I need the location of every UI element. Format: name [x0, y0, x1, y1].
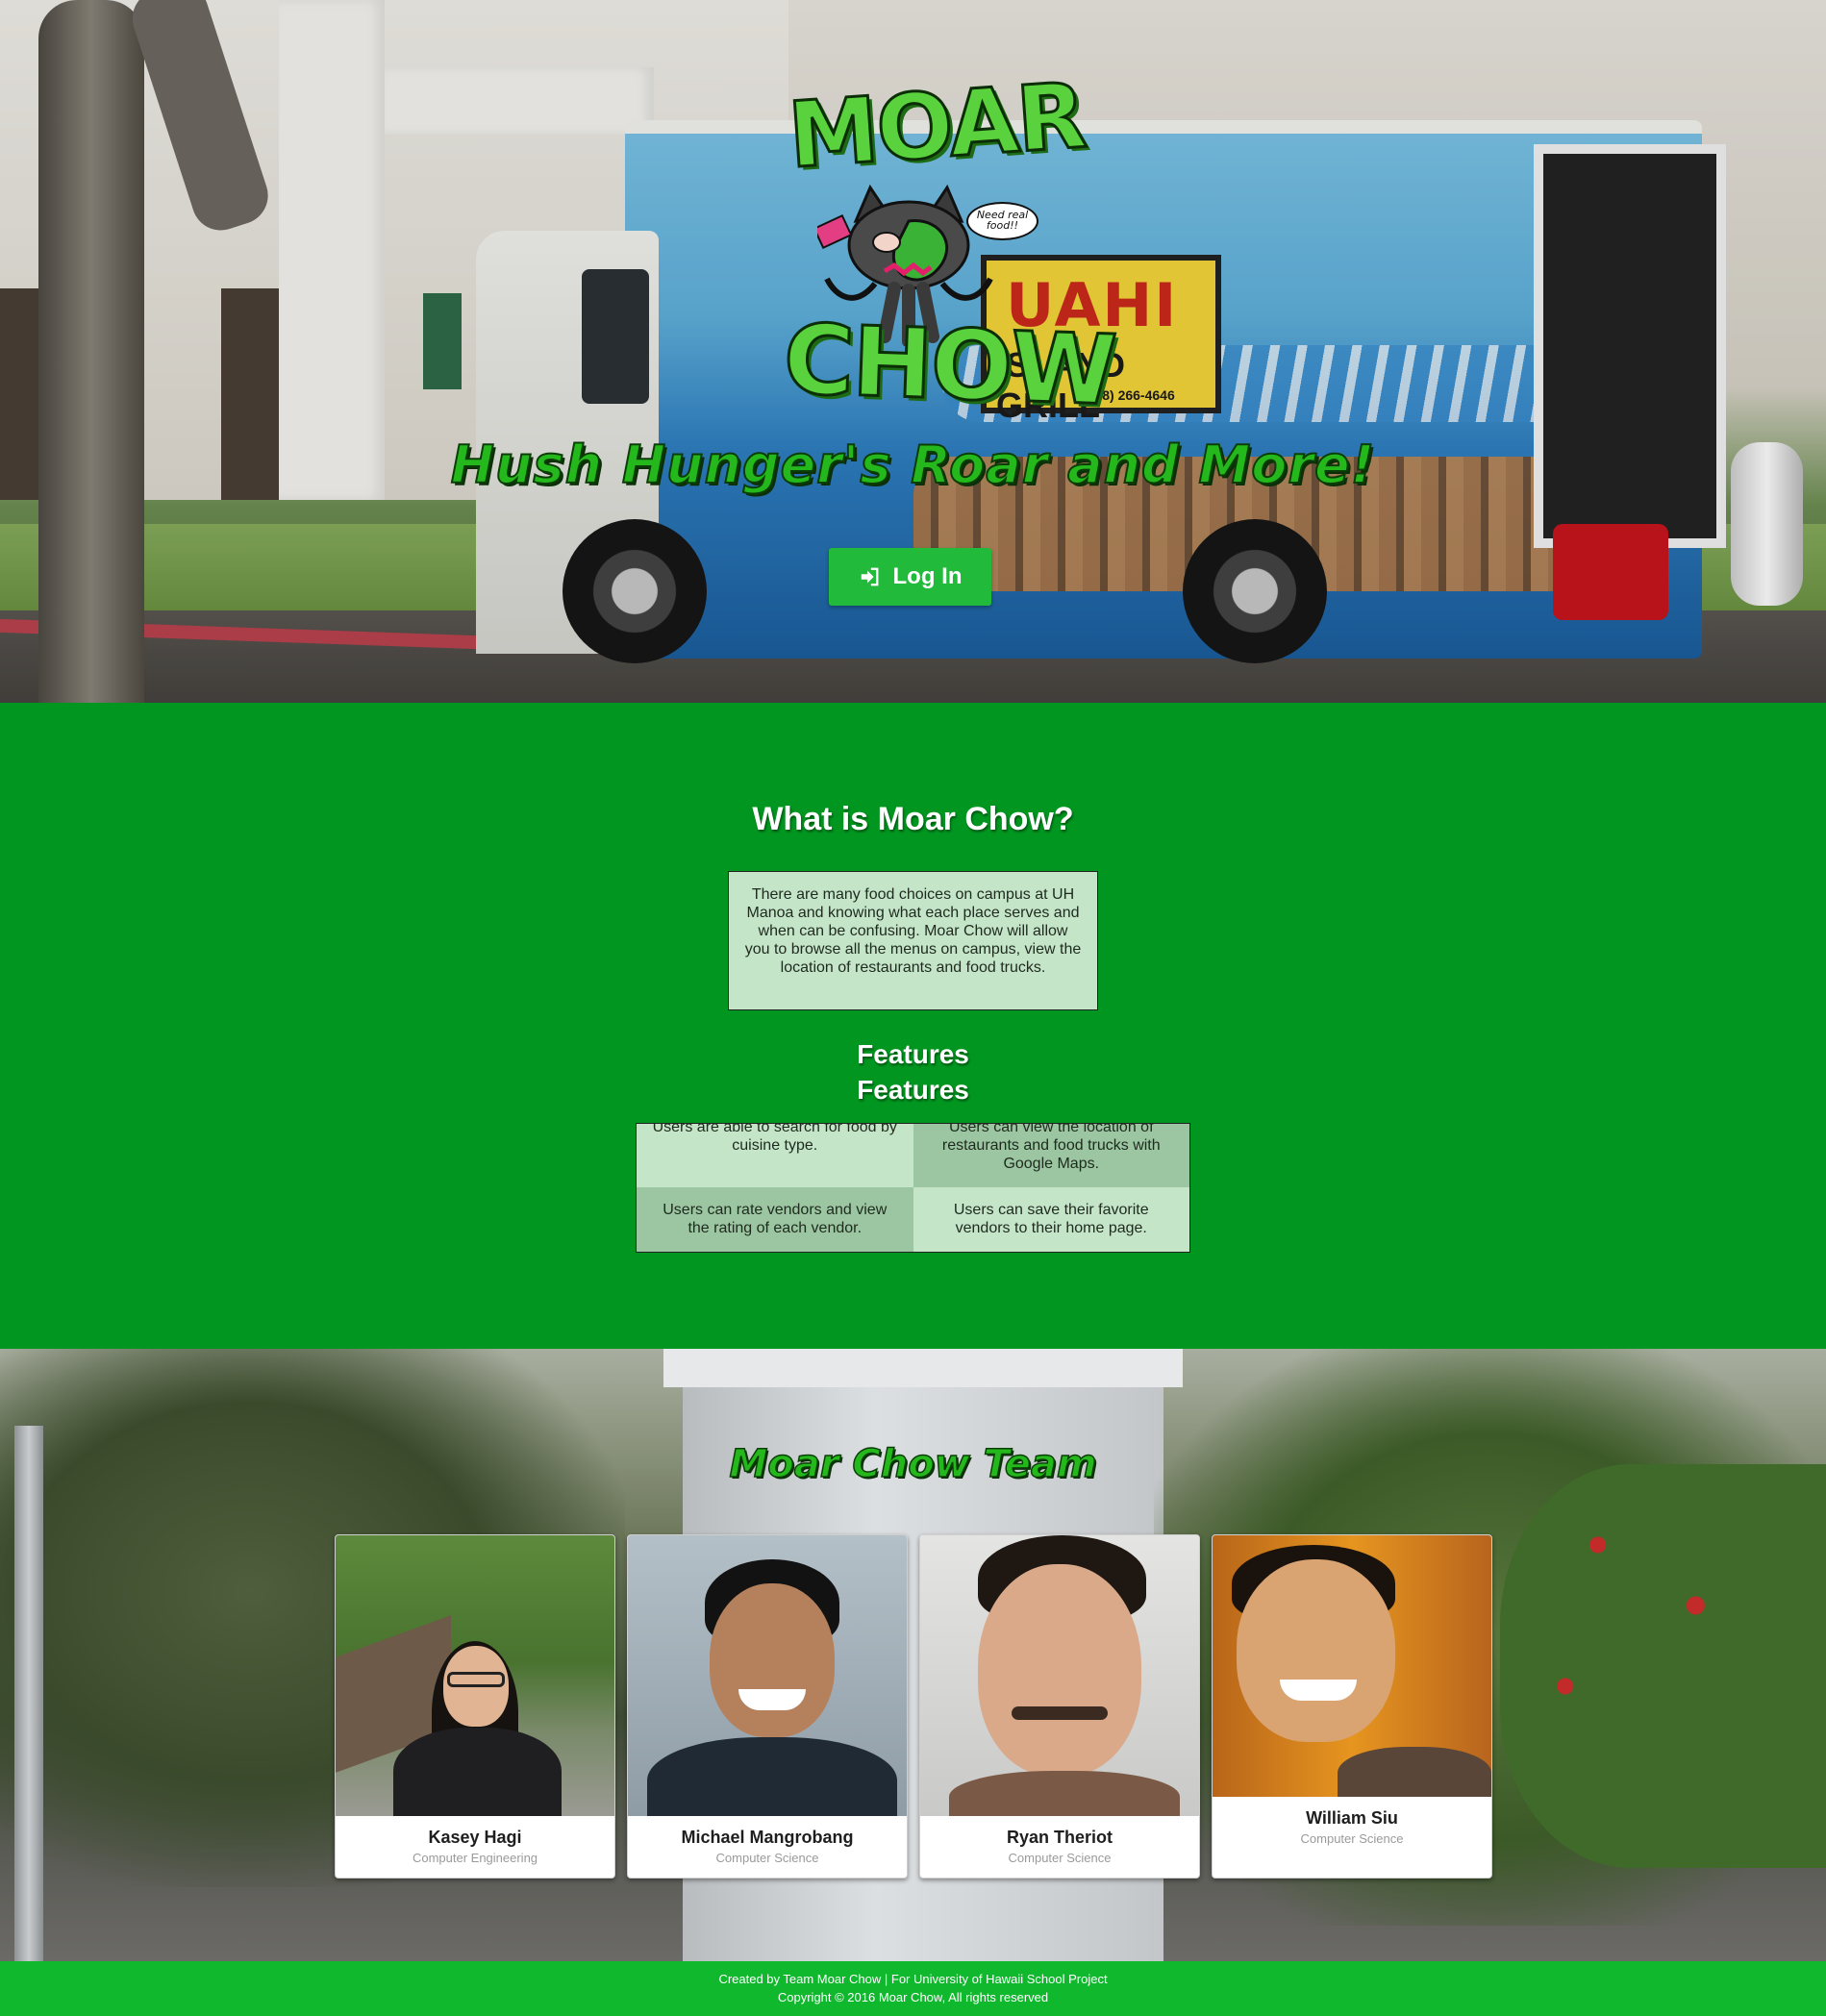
photo-face: [710, 1583, 835, 1737]
team-background-flowers: [1500, 1464, 1826, 1868]
team-heading: Moar Chow Team: [729, 1441, 1098, 1487]
team-member-photo: [336, 1535, 614, 1816]
team-member-role: Computer Science: [1300, 1831, 1404, 1846]
login-button-label: Log In: [892, 563, 963, 589]
about-section: What is Moar Chow? There are many food c…: [0, 703, 1826, 1349]
team-member-name: Kasey Hagi: [428, 1828, 522, 1847]
photo-face: [978, 1564, 1141, 1776]
team-member-card: Ryan Theriot Computer Science: [919, 1534, 1200, 1879]
feature-item: Users can save their favorite vendors to…: [913, 1187, 1189, 1252]
footer: Created by Team Moar Chow | For Universi…: [0, 1961, 1826, 2016]
logo-word-bottom: CHOW: [781, 302, 1118, 429]
team-member-card: Kasey Hagi Computer Engineering: [335, 1534, 615, 1879]
team-member-card: Michael Mangrobang Computer Science: [627, 1534, 908, 1879]
team-member-role: Computer Science: [1008, 1851, 1112, 1865]
team-member-name: Ryan Theriot: [1006, 1828, 1113, 1847]
login-button[interactable]: Log In: [829, 548, 991, 606]
feature-item: Users can rate vendors and view the rati…: [637, 1187, 913, 1252]
team-member-photo: [1213, 1535, 1491, 1797]
team-section: Moar Chow Team Kasey Hagi Computer Engin…: [0, 1349, 1826, 1961]
team-member-photo: [628, 1535, 907, 1816]
features-heading-duplicate: Features: [857, 1075, 969, 1105]
team-member-name: William Siu: [1306, 1808, 1398, 1828]
feature-item: Users are able to search for food by cui…: [637, 1124, 913, 1187]
logo-word-top: MOAR: [784, 62, 1089, 190]
logo-bubble-line: food!!: [986, 219, 1019, 232]
team-member-photo: [920, 1535, 1199, 1816]
footer-copyright: Copyright © 2016 Moar Chow, All rights r…: [777, 1990, 1049, 2004]
photo-shirt: [1338, 1747, 1491, 1797]
hero-tagline: Hush Hunger's Roar and More!: [450, 434, 1376, 496]
footer-credit: Created by Team Moar Chow | For Universi…: [718, 1972, 1108, 1986]
team-background-monument-top: [663, 1349, 1183, 1387]
team-member-name: Michael Mangrobang: [681, 1828, 854, 1847]
logo-speech-bubble: Need real food!!: [966, 202, 1038, 240]
team-member-role: Computer Science: [715, 1851, 819, 1865]
photo-glasses: [447, 1672, 505, 1687]
features-heading: Features: [857, 1039, 969, 1069]
about-heading: What is Moar Chow?: [752, 801, 1074, 837]
photo-shirt: [949, 1771, 1180, 1816]
photo-shirt: [647, 1737, 897, 1816]
about-description: There are many food choices on campus at…: [728, 871, 1098, 1010]
photo-jacket: [393, 1728, 562, 1816]
photo-mustache: [1012, 1706, 1108, 1720]
hero-section: UAHI ISLAND GRILL (808) 266-4646 MOAR Ne…: [0, 0, 1826, 703]
sign-in-icon: [861, 567, 878, 586]
team-background-pole: [14, 1426, 43, 1961]
feature-item: Users can view the location of restauran…: [913, 1124, 1189, 1187]
photo-smile: [738, 1689, 806, 1710]
photo-smile: [1280, 1680, 1357, 1701]
team-member-card: William Siu Computer Science: [1212, 1534, 1492, 1879]
moar-chow-logo: MOAR Need real food!! CHOW: [774, 62, 1118, 429]
team-member-role: Computer Engineering: [412, 1851, 538, 1865]
photo-face: [1237, 1559, 1395, 1742]
features-grid: Users are able to search for food by cui…: [636, 1123, 1190, 1253]
